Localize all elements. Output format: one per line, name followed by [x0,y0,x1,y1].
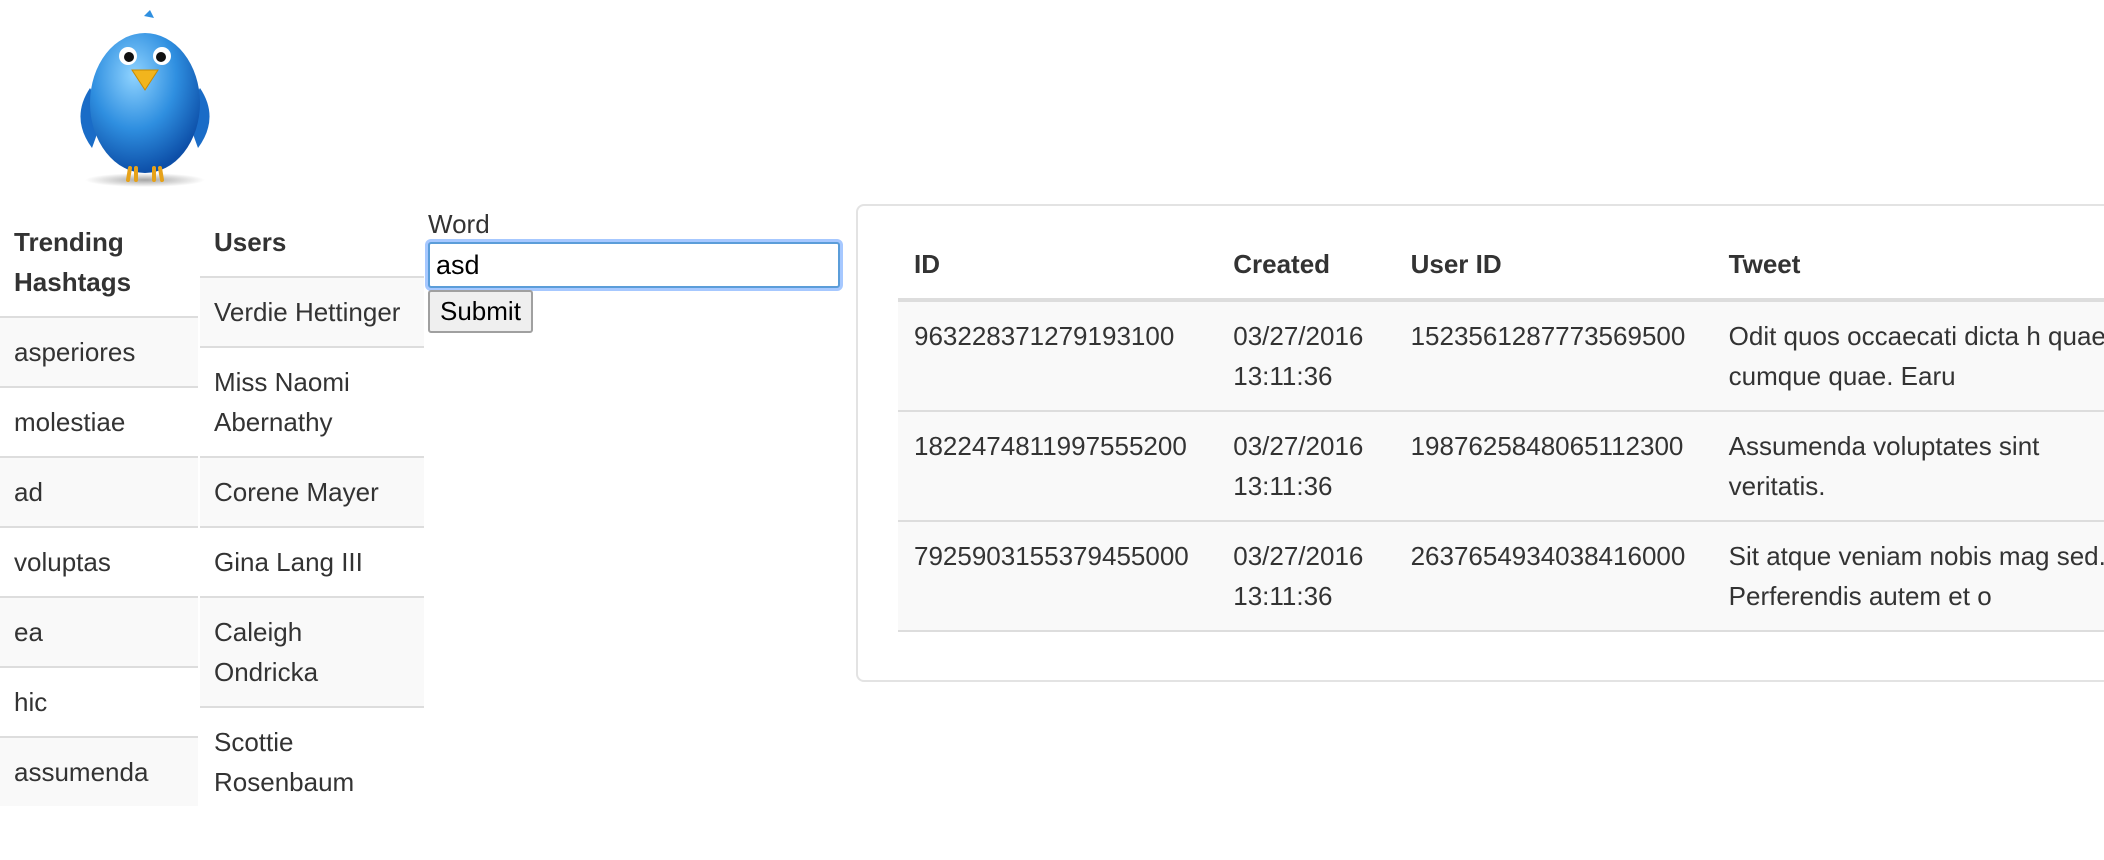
hashtag-item[interactable]: ea [0,596,198,666]
user-item[interactable]: Scottie Rosenbaum [200,706,424,816]
cell-user-id: 1987625848065112300 [1394,411,1713,522]
hashtag-item[interactable]: molestiae [0,386,198,456]
word-search-form: Word Submit [428,206,840,333]
cell-tweet: Sit atque veniam nobis mag sed. Perferen… [1712,521,2104,632]
column-header-id: ID [898,230,1218,302]
table-row: 7925903155379455000 03/27/2016 13:11:36 … [898,521,2104,632]
tweets-table: ID Created User ID Tweet 963228371279193… [898,230,2104,632]
user-item[interactable]: Verdie Hettinger [200,276,424,346]
cell-user-id: 2637654934038416000 [1394,521,1713,632]
hashtag-item[interactable]: hic [0,666,198,736]
submit-button[interactable]: Submit [428,290,533,333]
cell-id: 7925903155379455000 [898,521,1218,632]
cell-id: 963228371279193100 [898,300,1218,412]
cell-id: 1822474811997555200 [898,411,1218,522]
tweets-panel: ID Created User ID Tweet 963228371279193… [856,204,2104,682]
users-heading: Users [214,227,287,257]
cell-user-id: 1523561287773569500 [1394,300,1713,412]
table-header-row: ID Created User ID Tweet [898,230,2104,302]
cell-created: 03/27/2016 13:11:36 [1217,300,1395,412]
table-row: 963228371279193100 03/27/2016 13:11:36 1… [898,300,2104,412]
word-label: Word [428,209,490,239]
trending-hashtags-heading: Trending Hashtags [14,227,132,297]
hashtag-item[interactable]: asperiores [0,316,198,386]
hashtag-item[interactable]: voluptas [0,526,198,596]
cell-created: 03/27/2016 13:11:36 [1217,521,1395,632]
cell-created: 03/27/2016 13:11:36 [1217,411,1395,522]
user-item[interactable]: Gina Lang III [200,526,424,596]
word-input[interactable] [428,242,840,288]
column-header-created: Created [1217,230,1395,302]
trending-hashtags-list: Trending Hashtags asperiores molestiae a… [0,208,198,806]
user-item[interactable]: Caleigh Ondricka [200,596,424,706]
cell-tweet: Odit quos occaecati dicta h quaerat cumq… [1712,300,2104,412]
column-header-tweet: Tweet [1712,230,2104,302]
twitter-bird-logo-icon [70,8,220,188]
users-list: Users Verdie Hettinger Miss Naomi Aberna… [200,208,424,816]
cell-tweet: Assumenda voluptates sint veritatis. [1712,411,2104,522]
table-row: 1822474811997555200 03/27/2016 13:11:36 … [898,411,2104,522]
hashtag-item[interactable]: assumenda [0,736,198,806]
user-item[interactable]: Corene Mayer [200,456,424,526]
hashtag-item[interactable]: ad [0,456,198,526]
user-item[interactable]: Miss Naomi Abernathy [200,346,424,456]
column-header-user-id: User ID [1394,230,1713,302]
